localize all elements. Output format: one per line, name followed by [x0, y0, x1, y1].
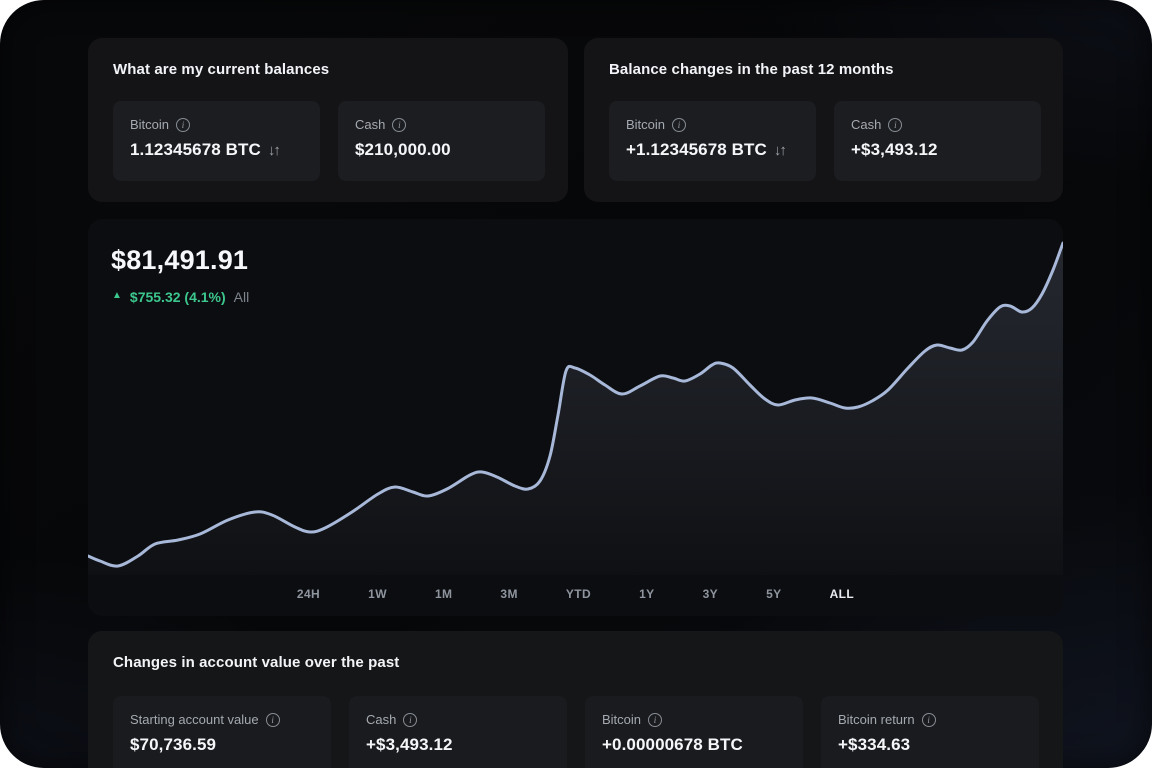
bitcoin-change-label: Bitcoin — [626, 117, 665, 132]
info-icon[interactable]: i — [392, 118, 406, 132]
cash-balance-value: $210,000.00 — [355, 140, 451, 160]
account-value-changes-card: Changes in account value over the past S… — [88, 631, 1063, 768]
range-button-24h[interactable]: 24H — [296, 585, 321, 603]
bitcoin-balance-stat: Bitcoin i 1.12345678 BTC ↓↑ — [113, 101, 320, 181]
current-balances-title: What are my current balances — [113, 61, 329, 78]
info-icon[interactable]: i — [888, 118, 902, 132]
cash-change-value: +$3,493.12 — [851, 140, 938, 160]
bitcoin-balance-label: Bitcoin — [130, 117, 169, 132]
bitcoin-account-change-label: Bitcoin — [602, 712, 641, 727]
range-button-all[interactable]: ALL — [829, 585, 856, 603]
unit-toggle-arrows-icon[interactable]: ↓↑ — [268, 142, 279, 159]
cash-change-stat: Cash i +$3,493.12 — [834, 101, 1041, 181]
cash-balance-label: Cash — [355, 117, 385, 132]
cash-account-change-value: +$3,493.12 — [366, 735, 453, 755]
range-button-ytd[interactable]: YTD — [565, 585, 592, 603]
range-button-3m[interactable]: 3M — [499, 585, 518, 603]
bitcoin-return-stat: Bitcoin return i +$334.63 — [821, 696, 1039, 768]
range-button-5y[interactable]: 5Y — [765, 585, 782, 603]
current-balances-card: What are my current balances Bitcoin i 1… — [88, 38, 568, 202]
starting-account-value-stat: Starting account value i $70,736.59 — [113, 696, 331, 768]
bitcoin-change-value: +1.12345678 BTC — [626, 140, 767, 160]
info-icon[interactable]: i — [922, 713, 936, 727]
cash-change-label: Cash — [851, 117, 881, 132]
range-button-3y[interactable]: 3Y — [702, 585, 719, 603]
balance-changes-stats: Bitcoin i +1.12345678 BTC ↓↑ Cash i +$3,… — [609, 101, 1041, 181]
bitcoin-account-change-stat: Bitcoin i +0.00000678 BTC — [585, 696, 803, 768]
account-value-stats: Starting account value i $70,736.59 Cash… — [113, 696, 1039, 768]
info-icon[interactable]: i — [403, 713, 417, 727]
balance-changes-title: Balance changes in the past 12 months — [609, 61, 894, 78]
cash-balance-stat: Cash i $210,000.00 — [338, 101, 545, 181]
cash-account-change-stat: Cash i +$3,493.12 — [349, 696, 567, 768]
starting-account-value: $70,736.59 — [130, 735, 216, 755]
range-button-1y[interactable]: 1Y — [638, 585, 655, 603]
bitcoin-balance-value: 1.12345678 BTC — [130, 140, 261, 160]
info-icon[interactable]: i — [672, 118, 686, 132]
current-balances-stats: Bitcoin i 1.12345678 BTC ↓↑ Cash i $210,… — [113, 101, 545, 181]
bitcoin-change-stat: Bitcoin i +1.12345678 BTC ↓↑ — [609, 101, 816, 181]
account-value-changes-title: Changes in account value over the past — [113, 654, 399, 671]
range-button-1m[interactable]: 1M — [434, 585, 453, 603]
starting-account-value-label: Starting account value — [130, 712, 259, 727]
bitcoin-return-value: +$334.63 — [838, 735, 910, 755]
time-range-selector: 24H 1W 1M 3M YTD 1Y 3Y 5Y ALL — [88, 585, 1063, 603]
bitcoin-account-change-value: +0.00000678 BTC — [602, 735, 743, 755]
info-icon[interactable]: i — [266, 713, 280, 727]
unit-toggle-arrows-icon[interactable]: ↓↑ — [774, 142, 785, 159]
chart-area-path — [88, 243, 1063, 575]
cash-account-change-label: Cash — [366, 712, 396, 727]
info-icon[interactable]: i — [176, 118, 190, 132]
portfolio-line-chart[interactable] — [88, 235, 1063, 575]
bitcoin-return-label: Bitcoin return — [838, 712, 915, 727]
balance-changes-card: Balance changes in the past 12 months Bi… — [584, 38, 1063, 202]
info-icon[interactable]: i — [648, 713, 662, 727]
range-button-1w[interactable]: 1W — [367, 585, 388, 603]
app-screen: What are my current balances Bitcoin i 1… — [0, 0, 1152, 768]
portfolio-chart-card: $81,491.91 ▲ $755.32 (4.1%) All 24H 1W 1… — [88, 219, 1063, 616]
